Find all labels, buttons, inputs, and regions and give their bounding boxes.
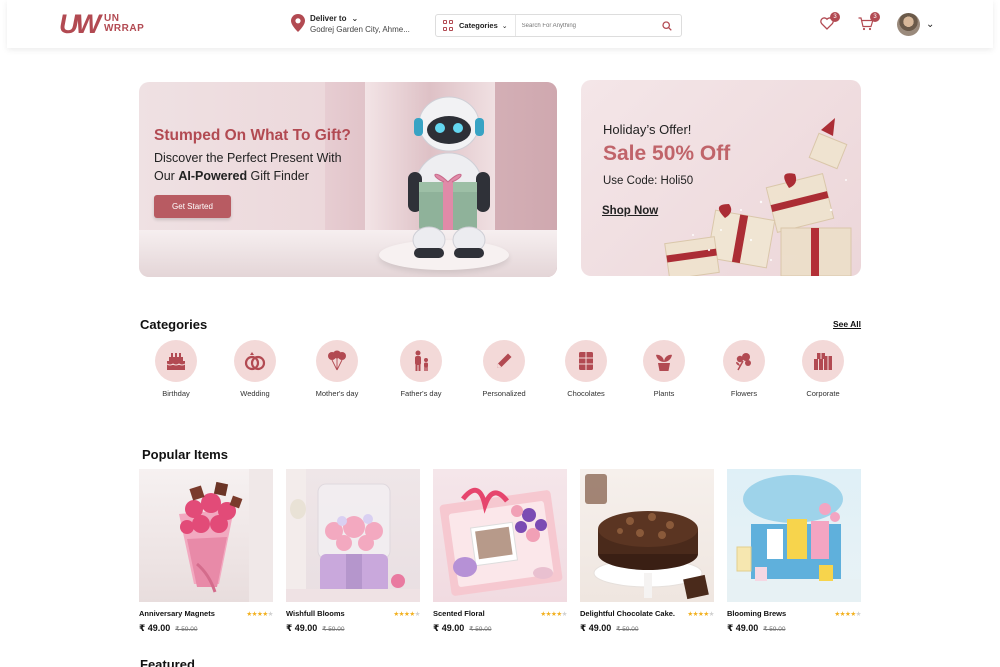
categories-section-title: Categories	[140, 317, 208, 332]
product-price: ₹ 49.00	[580, 623, 612, 633]
product-image-flower-box	[286, 469, 420, 602]
wishlist-button[interactable]: 3	[820, 12, 840, 35]
category-personalized[interactable]: Personalized	[464, 340, 544, 398]
star-rating: ★★★★★	[834, 610, 861, 618]
search-icon[interactable]	[657, 16, 677, 36]
pencil-icon	[483, 340, 525, 382]
chevron-down-icon: ⌄	[351, 14, 359, 23]
chevron-down-icon: ⌄	[501, 22, 508, 30]
hero-subtitle-line-1: Discover the Perfect Present With	[154, 151, 342, 165]
star-rating: ★★★★★	[687, 610, 714, 618]
cart-button[interactable]: 3	[858, 12, 880, 36]
category-mothers-day[interactable]: Mother's day	[297, 340, 377, 398]
popular-items-section-title: Popular Items	[142, 447, 228, 462]
gift-boxes-icon	[802, 340, 844, 382]
search-bar: Categories ⌄	[435, 14, 682, 37]
offer-sale-text: Sale 50% Off	[603, 142, 731, 165]
ai-gift-finder-banner: Stumped On What To Gift? Discover the Pe…	[139, 82, 557, 277]
category-label: Flowers	[730, 389, 758, 398]
product-name: Scented Floral	[433, 609, 485, 618]
category-label: Corporate	[806, 389, 840, 398]
product-original-price: ₹ 59.00	[616, 626, 639, 633]
logo-wordmark: UN WRRAP	[104, 14, 144, 34]
flower-icon	[723, 340, 765, 382]
delivery-location-selector[interactable]: Deliver to ⌄ Godrej Garden City, Ahme...	[291, 14, 410, 34]
chocolate-icon	[565, 340, 607, 382]
product-original-price: ₹ 59.00	[322, 626, 345, 633]
shop-now-link[interactable]: Shop Now	[602, 205, 658, 217]
product-card[interactable]: Blooming Brews ★★★★★ ₹ 49.00 ₹ 59.00	[727, 469, 862, 634]
balloons-icon	[316, 340, 358, 382]
wishlist-count-badge: 3	[830, 12, 840, 22]
cart-count-badge: 3	[870, 12, 880, 22]
star-rating: ★★★★★	[246, 610, 273, 618]
rings-icon	[234, 340, 276, 382]
product-name: Blooming Brews	[727, 609, 787, 618]
product-original-price: ₹ 59.00	[469, 626, 492, 633]
product-card[interactable]: Scented Floral ★★★★★ ₹ 49.00 ₹ 59.00	[433, 469, 568, 634]
user-avatar[interactable]	[897, 13, 920, 36]
category-label: Birthday	[162, 389, 190, 398]
category-chocolates[interactable]: Chocolates	[546, 340, 626, 398]
plant-icon	[643, 340, 685, 382]
chevron-down-icon[interactable]: ⌄	[926, 19, 934, 30]
hero-line2-suffix: Gift Finder	[247, 169, 309, 183]
category-wedding[interactable]: Wedding	[215, 340, 295, 398]
category-label: Father's day	[400, 389, 442, 398]
see-all-categories-link[interactable]: See All	[833, 319, 861, 329]
product-name: Wishfull Blooms	[286, 609, 345, 618]
deliver-to-text: Deliver to	[310, 14, 347, 23]
product-card[interactable]: Wishfull Blooms ★★★★★ ₹ 49.00 ₹ 59.00	[286, 469, 421, 634]
category-label: Personalized	[482, 389, 526, 398]
hero-subtitle-line-2: Our AI-Powered Gift Finder	[154, 169, 309, 183]
star-rating: ★★★★★	[540, 610, 567, 618]
product-price: ₹ 49.00	[727, 623, 759, 633]
product-card[interactable]: Delightful Chocolate Cake.. ★★★★★ ₹ 49.0…	[580, 469, 715, 634]
featured-section-title: Featured	[140, 657, 195, 667]
get-started-button[interactable]: Get Started	[154, 195, 231, 218]
category-label: Mother's day	[315, 389, 359, 398]
category-label: Wedding	[240, 389, 270, 398]
star-rating: ★★★★★	[393, 610, 420, 618]
product-image-bouquet	[139, 469, 273, 602]
product-original-price: ₹ 59.00	[763, 626, 786, 633]
category-label: Chocolates	[567, 389, 605, 398]
product-image-scented-box	[433, 469, 567, 602]
category-birthday[interactable]: Birthday	[136, 340, 216, 398]
product-card[interactable]: Anniversary Magnets ★★★★★ ₹ 49.00 ₹ 59.0…	[139, 469, 274, 634]
hero-title: Stumped On What To Gift?	[154, 127, 351, 144]
logo-mark: UW	[59, 9, 101, 39]
product-image-blooming-brews	[727, 469, 861, 602]
cake-icon	[155, 340, 197, 382]
robot-with-gift-image	[408, 96, 490, 258]
grid-icon	[443, 20, 454, 31]
brand-logo[interactable]: UW UN WRRAP	[59, 9, 144, 39]
father-child-icon	[400, 340, 442, 382]
search-input[interactable]	[515, 22, 657, 29]
offer-promo-code: Use Code: Holi50	[603, 175, 694, 187]
product-name: Anniversary Magnets	[139, 609, 215, 618]
hero-line2-bold: AI-Powered	[178, 169, 248, 183]
offer-heading: Holiday’s Offer!	[603, 122, 692, 137]
product-image-chocolate-cake	[580, 469, 714, 602]
top-navbar: UW UN WRRAP Deliver to ⌄ Godrej Garden C…	[7, 0, 993, 48]
location-pin-icon	[291, 14, 305, 32]
category-flowers[interactable]: Flowers	[704, 340, 784, 398]
product-price: ₹ 49.00	[433, 623, 465, 633]
category-corporate[interactable]: Corporate	[783, 340, 863, 398]
holiday-offer-banner: Holiday’s Offer! Sale 50% Off Use Code: …	[581, 80, 861, 276]
category-label: Plants	[653, 389, 675, 398]
product-price: ₹ 49.00	[286, 623, 318, 633]
product-original-price: ₹ 59.00	[175, 626, 198, 633]
hero-line2-prefix: Our	[154, 169, 179, 183]
categories-dropdown-label: Categories	[459, 21, 498, 30]
category-plants[interactable]: Plants	[624, 340, 704, 398]
product-name: Delightful Chocolate Cake..	[580, 609, 675, 618]
delivery-address: Godrej Garden City, Ahme...	[310, 25, 410, 34]
category-fathers-day[interactable]: Father's day	[381, 340, 461, 398]
deliver-to-label: Deliver to ⌄	[310, 14, 410, 23]
product-price: ₹ 49.00	[139, 623, 171, 633]
logo-line-2: WRRAP	[103, 23, 145, 34]
categories-dropdown[interactable]: Categories ⌄	[436, 15, 516, 36]
